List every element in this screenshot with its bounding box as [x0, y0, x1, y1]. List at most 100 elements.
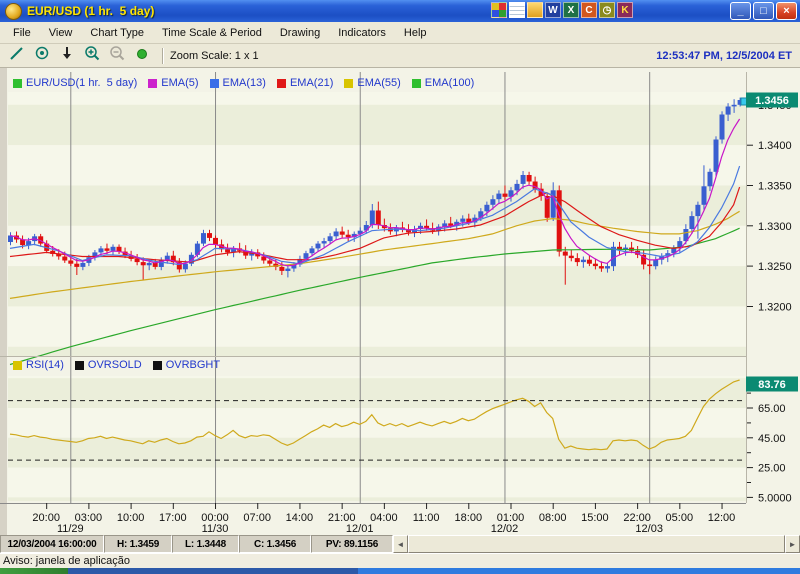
menu-item-file[interactable]: File — [4, 24, 40, 42]
candle-body — [599, 266, 604, 268]
candle-body — [575, 258, 580, 262]
chart-area[interactable]: 1.34501.34001.33501.33001.32501.32001.34… — [0, 68, 800, 535]
record-dot-tool-button[interactable] — [131, 46, 153, 66]
crosshair-tool-button[interactable] — [31, 46, 53, 66]
rsi-legend: RSI(14)OVRSOLDOVRBGHT — [13, 359, 220, 371]
down-arrow-tool-button[interactable] — [56, 46, 78, 66]
candle-body — [310, 248, 315, 253]
rsi-stripe — [8, 468, 746, 498]
legend-swatch — [13, 79, 22, 88]
legend-label: EMA(55) — [357, 77, 400, 89]
taskbar-strip[interactable] — [0, 568, 800, 574]
menu-item-time-scale-period[interactable]: Time Scale & Period — [153, 24, 271, 42]
date-label: 11/29 — [57, 523, 84, 535]
orange-app-icon[interactable]: C — [581, 2, 597, 18]
taskbar-buttons-edge[interactable] — [68, 568, 358, 574]
candle-body — [653, 260, 658, 267]
candle-body — [316, 244, 321, 249]
zoom-out-tool-button[interactable] — [106, 46, 128, 66]
horizontal-scrollbar[interactable]: ◄► — [393, 535, 800, 553]
candle-body — [334, 232, 339, 237]
price-stripe — [8, 145, 746, 185]
minimize-button[interactable]: _ — [730, 2, 751, 20]
legend-swatch — [412, 79, 421, 88]
time-label: 15:00 — [581, 512, 609, 524]
candle-body — [503, 194, 508, 197]
time-label: 10:00 — [117, 512, 145, 524]
close-button[interactable]: × — [776, 2, 797, 20]
date-label: 12/01 — [346, 523, 374, 535]
price-tick-label: 1.3350 — [758, 181, 792, 193]
price-rsi-chart[interactable]: 1.34501.34001.33501.33001.32501.32001.34… — [0, 68, 800, 535]
candle-body — [285, 269, 290, 271]
rsi-stripe — [8, 376, 746, 378]
price-stripe — [8, 306, 746, 346]
menu-bar: FileViewChart TypeTime Scale & PeriodDra… — [0, 22, 800, 44]
candle-body — [165, 256, 170, 260]
time-label: 04:00 — [370, 512, 398, 524]
candle-body — [346, 235, 351, 237]
time-label: 07:00 — [243, 512, 271, 524]
price-stripe — [8, 347, 746, 356]
menu-item-view[interactable]: View — [40, 24, 82, 42]
time-label: 12:00 — [708, 512, 736, 524]
date-label: 12/02 — [491, 523, 519, 535]
time-label: 18:00 — [455, 512, 483, 524]
candle-body — [490, 199, 495, 205]
menu-item-drawing[interactable]: Drawing — [271, 24, 329, 42]
candle-body — [153, 263, 158, 267]
zoom-scale-label: Zoom Scale: 1 x 1 — [170, 50, 259, 62]
legend-label: OVRBGHT — [166, 359, 220, 371]
candle-body — [605, 266, 610, 268]
candle-body — [74, 264, 79, 267]
key-icon[interactable]: K — [617, 2, 633, 18]
color-grid-icon[interactable] — [491, 2, 507, 18]
scroll-right-arrow[interactable]: ► — [785, 535, 800, 553]
legend-label: EUR/USD(1 hr. 5 day) — [26, 77, 137, 89]
candle-body — [80, 263, 85, 267]
word-icon[interactable]: W — [545, 2, 561, 18]
candle-body — [207, 233, 212, 238]
legend-item: EMA(100) — [412, 77, 475, 89]
candle-body — [328, 236, 333, 241]
candle-body — [225, 249, 230, 252]
candle-body — [105, 248, 110, 250]
legend-label: EMA(21) — [290, 77, 333, 89]
taskbar-start-edge[interactable] — [0, 568, 68, 574]
line-tool-button[interactable] — [6, 46, 28, 66]
time-label: 20:00 — [32, 512, 60, 524]
status-datetime: 12/03/2004 16:00:00 — [0, 535, 104, 553]
legend-swatch — [13, 361, 22, 370]
excel-icon[interactable]: X — [563, 2, 579, 18]
candle-body — [183, 264, 188, 270]
menu-item-help[interactable]: Help — [395, 24, 436, 42]
restore-button[interactable]: □ — [753, 2, 774, 20]
price-tick-label: 1.3200 — [758, 302, 792, 314]
status-bar: 12/03/2004 16:00:00H: 1.3459L: 1.3448C: … — [0, 535, 800, 553]
legend-item: EMA(21) — [277, 77, 333, 89]
candle-body — [527, 175, 532, 182]
titlebar-tray: WXC◷K — [491, 2, 633, 18]
taskbar-edge[interactable] — [358, 568, 800, 574]
zoom-in-tool-button[interactable] — [81, 46, 103, 66]
menu-item-chart-type[interactable]: Chart Type — [81, 24, 153, 42]
candle-body — [720, 115, 725, 140]
candle-body — [515, 184, 520, 191]
scrollbar-thumb[interactable] — [408, 535, 785, 553]
zoom-out-icon — [109, 45, 126, 67]
chart-left-margin — [0, 68, 7, 535]
scroll-left-arrow[interactable]: ◄ — [393, 535, 408, 553]
notepad-icon[interactable] — [509, 2, 525, 18]
candle-body — [569, 256, 574, 258]
rsi-stripe — [8, 378, 746, 408]
candle-body — [279, 267, 284, 271]
legend-label: EMA(13) — [223, 77, 266, 89]
candle-body — [68, 261, 73, 264]
folder-icon[interactable] — [527, 2, 543, 18]
candle-body — [581, 260, 586, 262]
menu-item-indicators[interactable]: Indicators — [329, 24, 395, 42]
legend-label: EMA(5) — [161, 77, 198, 89]
candle-body — [141, 262, 146, 265]
candle-body — [695, 205, 700, 216]
clock-icon[interactable]: ◷ — [599, 2, 615, 18]
